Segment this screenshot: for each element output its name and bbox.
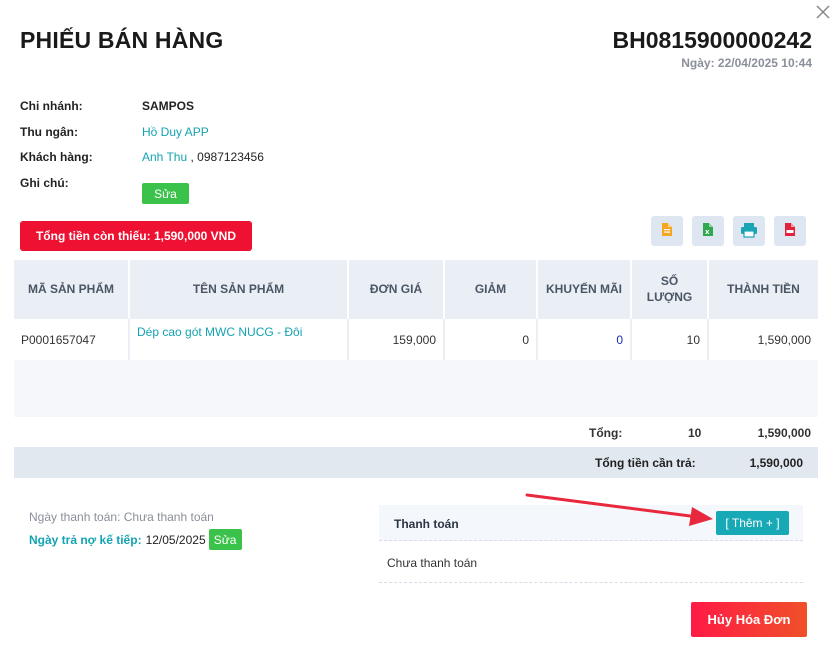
col-header-name: TÊN SẢN PHẨM <box>129 260 349 318</box>
printer-icon <box>740 222 758 241</box>
excel-icon: x <box>702 222 714 240</box>
cashier-link[interactable]: Hồ Duy APP <box>142 125 209 139</box>
payment-date: Ngày thanh toán: Chưa thanh toán <box>29 510 214 524</box>
col-header-quantity: SỐ LƯỢNG <box>631 260 709 318</box>
customer-label: Khách hàng: <box>20 150 93 164</box>
sum-amount: 1,590,000 <box>757 426 811 440</box>
payment-info: Ngày thanh toán: Chưa thanh toán Ngày tr… <box>29 510 242 550</box>
note-label: Ghi chú: <box>20 175 69 190</box>
customer-row: Khách hàng: Anh Thu , 0987123456 <box>20 150 264 176</box>
invoice-code: BH0815900000242 <box>612 27 812 53</box>
branch-label: Chi nhánh: <box>20 99 83 113</box>
cell-discount: 0 <box>444 317 538 360</box>
export-excel-button[interactable]: x <box>692 216 724 246</box>
pdf-icon <box>784 222 796 240</box>
edit-due-date-button[interactable]: Sửa <box>208 529 242 550</box>
annotation-arrow <box>525 493 713 526</box>
cell-quantity: 10 <box>631 317 709 360</box>
cancel-invoice-button[interactable]: Hủy Hóa Đơn <box>691 602 807 637</box>
document-icon <box>661 222 673 240</box>
customer-link[interactable]: Anh Thu <box>142 150 187 164</box>
payment-list: Chưa thanh toán <box>379 542 803 583</box>
print-button[interactable] <box>733 216 765 246</box>
export-pdf-button[interactable] <box>774 216 806 246</box>
col-header-promotion: KHUYẾN MÃI <box>537 260 632 318</box>
table-row: P0001657047 Dép cao gót MWC NUCG - Đôi 1… <box>14 317 818 360</box>
page-title: PHIẾU BÁN HÀNG <box>20 27 224 53</box>
branch-value: SAMPOS <box>142 99 195 113</box>
cashier-label: Thu ngân: <box>20 124 78 139</box>
sum-label: Tổng: <box>589 426 623 440</box>
col-header-code: MÃ SẢN PHẨM <box>14 260 130 318</box>
debt-badge: Tổng tiền còn thiếu: 1,590,000 VND <box>20 221 252 251</box>
next-due-row: Ngày trả nợ kế tiếp: 12/05/2025 Sửa <box>29 529 242 550</box>
sum-row: Tổng: 10 1,590,000 <box>14 418 818 446</box>
branch-row: Chi nhánh: SAMPOS <box>20 99 264 125</box>
payment-status: Chưa thanh toán <box>387 556 478 570</box>
col-header-unit-price: ĐƠN GIÁ <box>348 260 445 318</box>
svg-text:x: x <box>705 228 710 236</box>
next-due-value: 12/05/2025 <box>145 532 206 547</box>
close-icon[interactable] <box>813 2 833 22</box>
customer-phone: , 0987123456 <box>190 150 264 164</box>
cell-unit-price: 159,000 <box>348 317 445 360</box>
col-header-total: THÀNH TIỀN <box>708 260 818 318</box>
table-header-row: MÃ SẢN PHẨM TÊN SẢN PHẨM ĐƠN GIÁ GIẢM KH… <box>14 260 818 318</box>
sum-quantity: 10 <box>688 426 702 440</box>
invoice-date: Ngày: 22/04/2025 10:44 <box>681 56 812 70</box>
cell-total: 1,590,000 <box>708 317 818 360</box>
product-table: MÃ SẢN PHẨM TÊN SẢN PHẨM ĐƠN GIÁ GIẢM KH… <box>14 260 818 360</box>
edit-note-button[interactable]: Sửa <box>142 183 189 204</box>
cell-product-name[interactable]: Dép cao gót MWC NUCG - Đôi <box>129 317 349 360</box>
next-due-label: Ngày trả nợ kế tiếp: <box>29 532 142 547</box>
export-toolbar: x <box>651 216 806 246</box>
payment-section-label: Thanh toán <box>394 517 459 531</box>
payable-amount: 1,590,000 <box>749 456 803 470</box>
payable-label: Tổng tiền cần trả: <box>595 456 696 470</box>
cashier-row: Thu ngân: Hồ Duy APP <box>20 125 264 151</box>
add-payment-button[interactable]: [ Thêm + ] <box>716 511 789 535</box>
cell-code: P0001657047 <box>14 317 130 360</box>
col-header-discount: GIẢM <box>444 260 538 318</box>
cell-promotion[interactable]: 0 <box>537 317 632 360</box>
export-document-button[interactable] <box>651 216 683 246</box>
payable-row: Tổng tiền cần trả: 1,590,000 <box>14 447 818 478</box>
